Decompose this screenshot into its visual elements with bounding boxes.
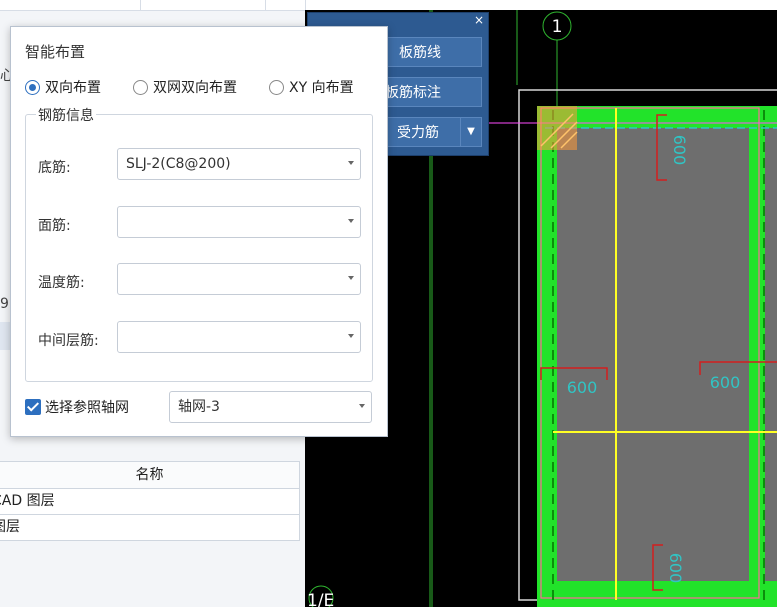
select-value: SLJ-2(C8@200) <box>126 156 231 172</box>
radio-double-net[interactable]: 双网双向布置 <box>133 77 237 97</box>
dim-text: 600 <box>670 135 689 166</box>
radio-bidirectional[interactable]: 双向布置 <box>25 77 101 97</box>
checkbox-label: 选择参照轴网 <box>45 400 129 416</box>
smart-layout-dialog: 智能布置 双向布置 双网双向布置 XY 向布置 钢筋信息 底筋: SLJ-2(C… <box>10 26 388 437</box>
radio-label: 双向布置 <box>45 80 101 96</box>
axis-grid-select[interactable]: 轴网-3 <box>169 391 372 423</box>
temperature-rebar-select[interactable] <box>117 263 361 295</box>
layer-table: 名称 CAD 图层 图层 <box>0 461 300 541</box>
radio-dot-icon <box>133 79 148 95</box>
bottom-rebar-label: 底筋: <box>38 160 71 176</box>
temperature-rebar-label: 温度筋: <box>38 275 85 291</box>
chevron-down-icon <box>359 404 365 408</box>
select-axis-grid-checkbox[interactable]: 选择参照轴网 <box>25 397 129 417</box>
middle-layer-rebar-select[interactable] <box>117 321 361 353</box>
axis-label-top: 1 <box>552 17 563 37</box>
table-header-name[interactable]: 名称 <box>0 461 300 489</box>
radio-dot-icon <box>269 79 284 95</box>
rebar-info-group: 钢筋信息 底筋: SLJ-2(C8@200) 面筋: 温度筋: 中间层筋: <box>25 105 373 382</box>
button-label: 受力筋 <box>397 125 439 141</box>
radio-dot-icon <box>25 79 40 95</box>
dim-text: 600 <box>567 378 598 397</box>
button-label: 板筋标注 <box>385 85 441 101</box>
select-value: 轴网-3 <box>178 399 220 415</box>
dim-text: 600 <box>666 553 685 584</box>
chevron-down-icon <box>348 219 354 223</box>
top-rebar-label: 面筋: <box>38 218 71 234</box>
group-title: 钢筋信息 <box>36 105 96 125</box>
slab-panel <box>765 128 777 581</box>
table-cell: CAD 图层 <box>0 493 55 509</box>
table-cell: 图层 <box>0 519 20 535</box>
radio-xy[interactable]: XY 向布置 <box>269 77 354 97</box>
slab-panel <box>557 128 749 581</box>
axis-label-bottom: 1/E <box>307 591 334 607</box>
chevron-down-icon <box>348 276 354 280</box>
dialog-title: 智能布置 <box>25 43 86 61</box>
chevron-down-icon <box>348 334 354 338</box>
close-icon[interactable]: × <box>474 13 484 27</box>
radio-label: XY 向布置 <box>289 80 354 96</box>
radio-label: 双网双向布置 <box>153 80 237 96</box>
top-rebar-select[interactable] <box>117 206 361 238</box>
table-row[interactable]: 图层 <box>0 515 300 541</box>
button-label: 板筋线 <box>399 45 441 61</box>
partial-char: 9 <box>0 296 9 312</box>
checkbox-checked-icon <box>25 399 41 415</box>
chevron-down-icon[interactable]: ▼ <box>460 118 481 146</box>
middle-layer-rebar-label: 中间层筋: <box>38 333 99 349</box>
table-row[interactable]: CAD 图层 <box>0 489 300 515</box>
bottom-rebar-select[interactable]: SLJ-2(C8@200) <box>117 148 361 180</box>
dim-text: 600 <box>710 373 741 392</box>
chevron-down-icon <box>348 161 354 165</box>
